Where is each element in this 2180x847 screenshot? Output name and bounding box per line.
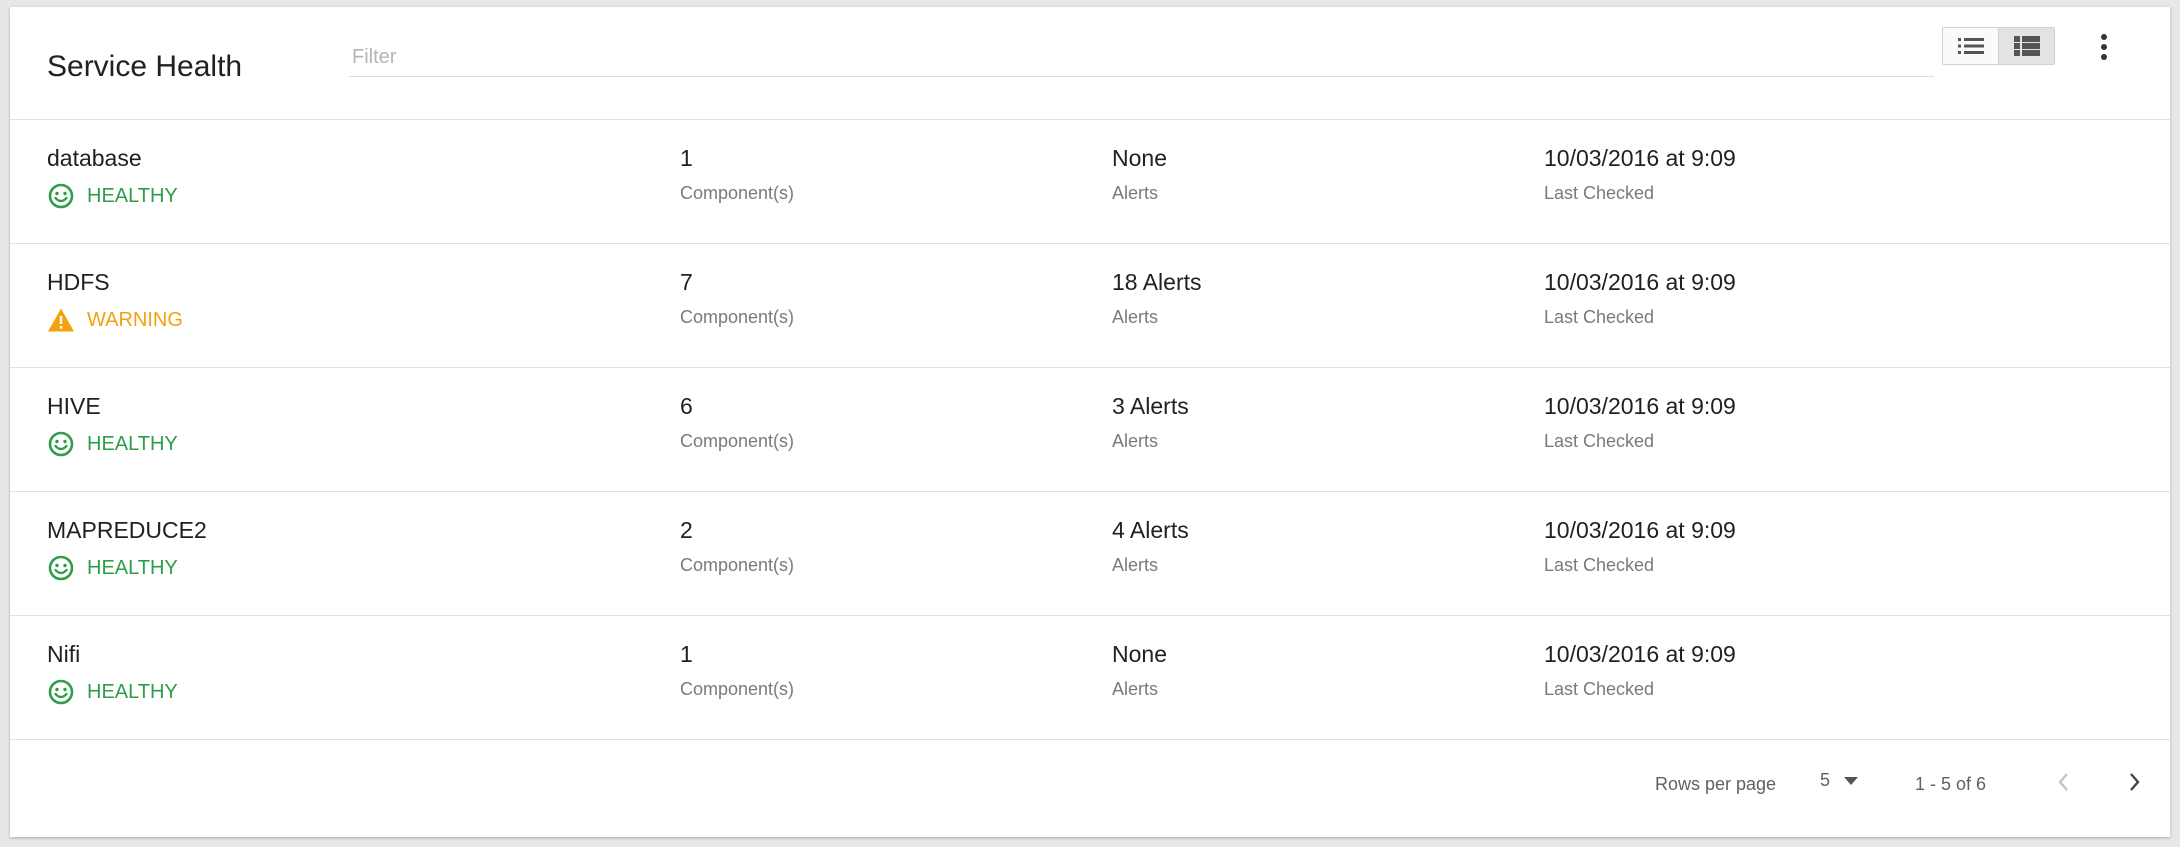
last-checked-label: Last Checked xyxy=(1544,555,1655,575)
chevron-left-icon xyxy=(2058,773,2068,791)
last-checked-value: 10/03/2016 at 9:09 xyxy=(1544,145,1736,171)
service-row[interactable]: Nifi HEALTHY 1 Component(s) None Alerts … xyxy=(10,616,2170,740)
list-view-icon xyxy=(1957,38,1984,54)
warning-triangle-icon xyxy=(47,306,75,334)
status-label: HEALTHY xyxy=(87,681,178,703)
alerts-label: Alerts xyxy=(1112,555,1159,575)
last-checked-value: 10/03/2016 at 9:09 xyxy=(1544,517,1736,543)
rows-per-page-value: 5 xyxy=(1820,770,1831,790)
status-badge: HEALTHY xyxy=(47,430,178,458)
previous-page-button[interactable] xyxy=(2043,762,2083,802)
status-label: HEALTHY xyxy=(87,557,178,579)
alerts-label: Alerts xyxy=(1112,431,1159,451)
detail-list-view-button[interactable] xyxy=(1998,28,2054,64)
chevron-right-icon xyxy=(2130,773,2140,791)
alerts-label: Alerts xyxy=(1112,183,1159,203)
last-checked-label: Last Checked xyxy=(1544,307,1655,327)
pagination-footer: Rows per page 5 1 - 5 of 6 xyxy=(10,740,2170,826)
card-header: Service Health xyxy=(10,7,2170,120)
components-count: 2 xyxy=(680,517,693,543)
last-checked-label: Last Checked xyxy=(1544,679,1655,699)
pagination-range: 1 - 5 of 6 xyxy=(1915,774,1987,794)
components-label: Component(s) xyxy=(680,679,795,699)
smiley-icon xyxy=(47,678,75,706)
smiley-icon xyxy=(47,554,75,582)
components-count: 7 xyxy=(680,269,693,295)
more-vert-icon xyxy=(2101,34,2107,60)
service-name: Nifi xyxy=(47,641,81,667)
alerts-value: None xyxy=(1112,145,1167,171)
components-count: 6 xyxy=(680,393,693,419)
alerts-value: 3 Alerts xyxy=(1112,393,1189,419)
status-label: HEALTHY xyxy=(87,433,178,455)
service-row[interactable]: HDFS WARNING 7 Component(s) 18 Alerts Al… xyxy=(10,244,2170,368)
components-count: 1 xyxy=(680,641,693,667)
page-title: Service Health xyxy=(47,50,243,83)
rows-per-page-select[interactable]: 5 xyxy=(1820,770,1859,791)
next-page-button[interactable] xyxy=(2115,762,2155,802)
detail-list-view-icon xyxy=(2013,36,2040,56)
service-name: MAPREDUCE2 xyxy=(47,517,207,543)
status-badge: HEALTHY xyxy=(47,182,178,210)
status-label: WARNING xyxy=(87,309,183,331)
components-label: Component(s) xyxy=(680,555,795,575)
list-view-button[interactable] xyxy=(1943,28,1998,64)
components-label: Component(s) xyxy=(680,307,795,327)
smiley-icon xyxy=(47,182,75,210)
service-name: database xyxy=(47,145,142,171)
last-checked-label: Last Checked xyxy=(1544,183,1655,203)
service-health-card: Service Health Filter database HEALTHY 1… xyxy=(10,7,2170,837)
alerts-value: None xyxy=(1112,641,1167,667)
rows-per-page-label: Rows per page xyxy=(1655,774,1777,794)
view-toggle xyxy=(1942,27,2055,65)
last-checked-value: 10/03/2016 at 9:09 xyxy=(1544,269,1736,295)
last-checked-label: Last Checked xyxy=(1544,431,1655,451)
last-checked-value: 10/03/2016 at 9:09 xyxy=(1544,641,1736,667)
alerts-value: 18 Alerts xyxy=(1112,269,1202,295)
components-label: Component(s) xyxy=(680,431,795,451)
alerts-value: 4 Alerts xyxy=(1112,517,1189,543)
service-row[interactable]: MAPREDUCE2 HEALTHY 2 Component(s) 4 Aler… xyxy=(10,492,2170,616)
service-name: HDFS xyxy=(47,269,110,295)
alerts-label: Alerts xyxy=(1112,679,1159,699)
last-checked-value: 10/03/2016 at 9:09 xyxy=(1544,393,1736,419)
status-badge: WARNING xyxy=(47,306,183,334)
status-badge: HEALTHY xyxy=(47,554,178,582)
service-list: database HEALTHY 1 Component(s) None Ale… xyxy=(10,120,2170,740)
alerts-label: Alerts xyxy=(1112,307,1159,327)
components-label: Component(s) xyxy=(680,183,795,203)
service-name: HIVE xyxy=(47,393,101,419)
dropdown-arrow-icon xyxy=(1844,776,1859,785)
service-row[interactable]: database HEALTHY 1 Component(s) None Ale… xyxy=(10,120,2170,244)
status-label: HEALTHY xyxy=(87,185,178,207)
components-count: 1 xyxy=(680,145,693,171)
smiley-icon xyxy=(47,430,75,458)
filter-input[interactable] xyxy=(349,39,1934,77)
status-badge: HEALTHY xyxy=(47,678,178,706)
service-row[interactable]: HIVE HEALTHY 6 Component(s) 3 Alerts Ale… xyxy=(10,368,2170,492)
more-options-button[interactable] xyxy=(2086,29,2122,65)
